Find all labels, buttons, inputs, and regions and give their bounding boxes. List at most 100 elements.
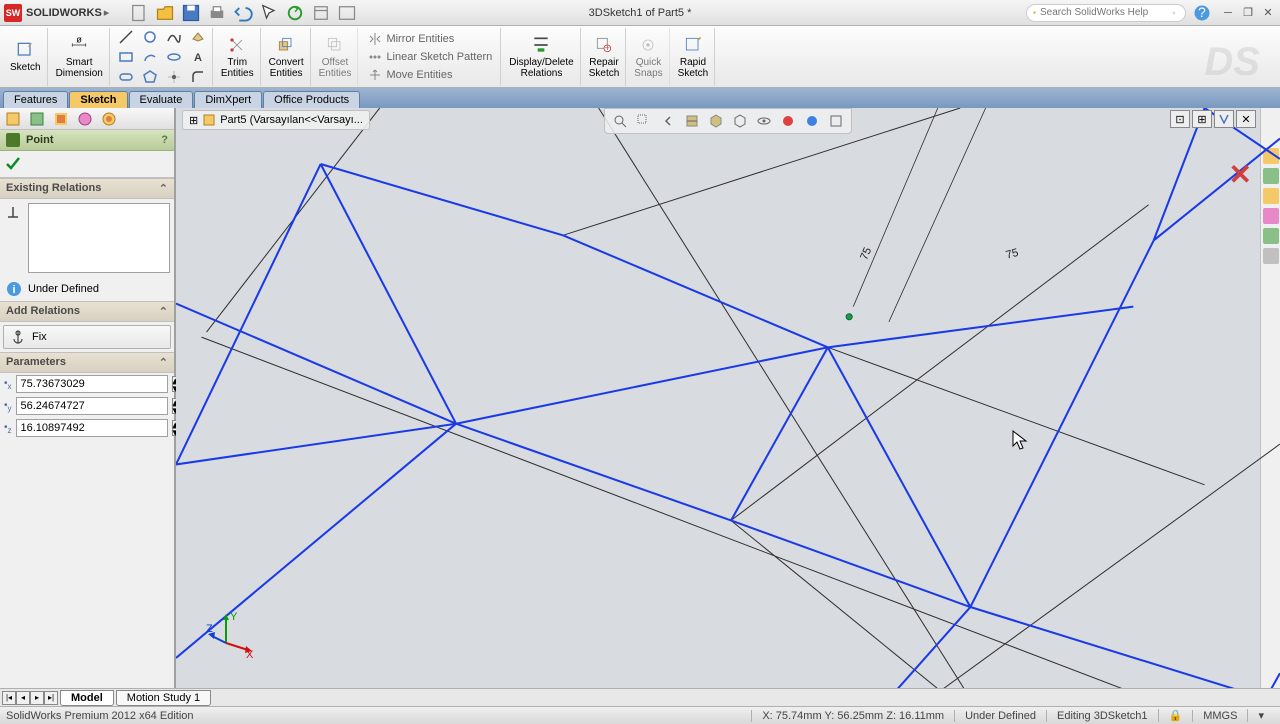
motion-study-tab[interactable]: Motion Study 1 <box>116 690 211 706</box>
param-y-input[interactable] <box>16 397 168 415</box>
dimension-1: 75 <box>858 246 874 262</box>
apply-scene-icon[interactable] <box>801 111 823 131</box>
lock-icon[interactable]: 🔒 <box>1158 709 1193 722</box>
tab-dimxpert[interactable]: DimXpert <box>194 91 262 108</box>
linear-pattern[interactable]: Linear Sketch Pattern <box>364 49 496 65</box>
tab-nav-next[interactable]: ▸ <box>30 691 44 705</box>
point-tool[interactable] <box>164 68 184 86</box>
tab-nav-first[interactable]: |◂ <box>2 691 16 705</box>
display-delete-relations-button[interactable]: Display/Delete Relations <box>503 28 580 86</box>
command-manager-tabs: Features Sketch Evaluate DimXpert Office… <box>0 88 1280 108</box>
model-tab[interactable]: Model <box>60 690 114 706</box>
close-viewport[interactable]: ✕ <box>1236 110 1256 128</box>
move-entities[interactable]: Move Entities <box>364 67 496 83</box>
parameters-header[interactable]: Parameters ⌃ <box>0 352 174 373</box>
plane-tool[interactable] <box>188 28 208 46</box>
status-menu[interactable]: ▾ <box>1247 709 1274 722</box>
tab-features[interactable]: Features <box>3 91 68 108</box>
view-orientation-icon[interactable] <box>705 111 727 131</box>
convert-entities-button[interactable]: Convert Entities <box>263 28 311 86</box>
zoom-fit-icon[interactable] <box>609 111 631 131</box>
tab-nav-prev[interactable]: ◂ <box>16 691 30 705</box>
tab-sketch[interactable]: Sketch <box>69 91 127 108</box>
options-icon[interactable] <box>311 3 331 23</box>
open-file-icon[interactable] <box>155 3 175 23</box>
fix-relation-button[interactable]: Fix <box>3 325 171 349</box>
mirror-entities[interactable]: Mirror Entities <box>364 31 496 47</box>
undo-icon[interactable] <box>233 3 253 23</box>
collapse-icon[interactable]: ⌃ <box>159 182 168 195</box>
help-search[interactable] <box>1026 4 1186 22</box>
smart-dimension-button[interactable]: ø Smart Dimension <box>50 28 110 86</box>
param-x-input[interactable] <box>16 375 168 393</box>
document-title: 3DSketch1 of Part5 * <box>589 7 692 19</box>
hide-show-icon[interactable] <box>753 111 775 131</box>
print-icon[interactable] <box>207 3 227 23</box>
property-manager-tab[interactable] <box>26 110 48 128</box>
rapid-sketch-button[interactable]: Rapid Sketch <box>672 28 716 86</box>
save-icon[interactable] <box>181 3 201 23</box>
close-button[interactable]: ✕ <box>1260 5 1276 21</box>
options2-icon[interactable] <box>337 3 357 23</box>
confirm-view1[interactable]: ⊡ <box>1170 110 1190 128</box>
line-tool[interactable] <box>116 28 136 46</box>
search-input[interactable] <box>1040 7 1172 18</box>
param-z-input[interactable] <box>16 419 168 437</box>
x-label: •x <box>4 378 12 391</box>
minimize-button[interactable]: ─ <box>1220 5 1236 21</box>
fillet-tool[interactable] <box>188 68 208 86</box>
search-go-icon[interactable] <box>1172 7 1176 19</box>
select-icon[interactable] <box>259 3 279 23</box>
quick-snaps-button[interactable]: Quick Snaps <box>628 28 669 86</box>
collapse-icon[interactable]: ⌃ <box>159 356 168 369</box>
spline-tool[interactable] <box>164 28 184 46</box>
slot-tool[interactable] <box>116 68 136 86</box>
app-menu-dropdown[interactable]: ▸ <box>104 6 110 19</box>
repair-sketch-button[interactable]: + Repair Sketch <box>583 28 627 86</box>
panel-help-button[interactable]: ? <box>161 134 168 146</box>
trim-entities-button[interactable]: Trim Entities <box>215 28 261 86</box>
config-manager-tab[interactable] <box>50 110 72 128</box>
circle-tool[interactable] <box>140 28 160 46</box>
rectangle-tool[interactable] <box>116 48 136 66</box>
section-view-icon[interactable] <box>681 111 703 131</box>
polygon-tool[interactable] <box>140 68 160 86</box>
perpendicular-icon <box>4 203 22 221</box>
add-relations-header[interactable]: Add Relations ⌃ <box>0 301 174 322</box>
svg-text:ø: ø <box>76 35 82 45</box>
cancel-sketch-button[interactable]: ✕ <box>1229 158 1252 191</box>
tab-evaluate[interactable]: Evaluate <box>129 91 194 108</box>
rapid-icon <box>683 35 703 55</box>
feature-manager-tab[interactable] <box>2 110 24 128</box>
selected-point[interactable] <box>846 314 852 320</box>
help-icon[interactable]: ? <box>1192 3 1212 23</box>
confirm-view2[interactable]: ⊞ <box>1192 110 1212 128</box>
maximize-button[interactable]: ❐ <box>1240 5 1256 21</box>
previous-view-icon[interactable] <box>657 111 679 131</box>
accept-button[interactable] <box>4 155 22 173</box>
new-file-icon[interactable] <box>129 3 149 23</box>
tab-nav-last[interactable]: ▸| <box>44 691 58 705</box>
collapse-icon[interactable]: ⌃ <box>159 305 168 318</box>
display-style-icon[interactable] <box>729 111 751 131</box>
sketch-geometry: 75 75 <box>176 108 1280 688</box>
display-manager-tab[interactable] <box>98 110 120 128</box>
text-tool[interactable]: A <box>188 48 208 66</box>
tab-office-products[interactable]: Office Products <box>263 91 360 108</box>
arc-tool[interactable] <box>140 48 160 66</box>
ds-watermark: DS <box>1204 40 1260 85</box>
view-settings-icon[interactable] <box>825 111 847 131</box>
rebuild-icon[interactable] <box>285 3 305 23</box>
existing-relations-header[interactable]: Existing Relations ⌃ <box>0 178 174 199</box>
ellipse-tool[interactable] <box>164 48 184 66</box>
edit-appearance-icon[interactable] <box>777 111 799 131</box>
dimxpert-manager-tab[interactable] <box>74 110 96 128</box>
expand-icon[interactable]: ⊞ <box>189 114 198 127</box>
graphics-viewport[interactable]: ⊞ Part5 (Varsayılan<<Varsayı... ⊡ ⊞ ✕ ✕ <box>176 108 1280 688</box>
zoom-area-icon[interactable] <box>633 111 655 131</box>
relations-list[interactable] <box>28 203 170 273</box>
confirm-sketch-button[interactable] <box>1214 110 1234 128</box>
offset-entities-button[interactable]: Offset Entities <box>313 28 359 86</box>
sketch-button[interactable]: Sketch <box>4 28 48 86</box>
breadcrumb[interactable]: ⊞ Part5 (Varsayılan<<Varsayı... <box>182 110 370 130</box>
